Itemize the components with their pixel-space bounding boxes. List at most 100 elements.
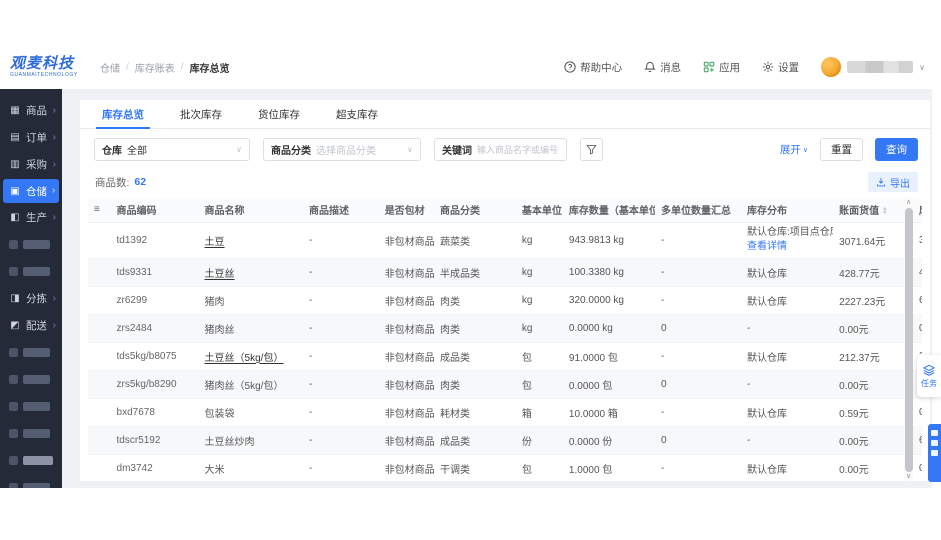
product-name: 猪肉丝 bbox=[204, 324, 235, 336]
column-header: 商品名称 bbox=[198, 198, 303, 223]
side-float-panel[interactable] bbox=[928, 424, 941, 482]
scroll-down-icon[interactable]: ∨ bbox=[906, 472, 911, 481]
product-category: 肉类 bbox=[433, 314, 516, 343]
filter-funnel-button[interactable] bbox=[580, 138, 603, 161]
purchase-icon: ▥ bbox=[10, 159, 20, 170]
settings-link[interactable]: 设置 bbox=[762, 60, 799, 75]
breadcrumb-root[interactable]: 仓储 bbox=[100, 60, 120, 75]
keyword-input[interactable] bbox=[477, 144, 559, 155]
column-header[interactable]: 库存数量（基本单位）▲▼ bbox=[562, 198, 656, 223]
sidebar-item-production[interactable]: ◧ 生产 › bbox=[0, 204, 62, 231]
avg-price: 0 bbox=[913, 314, 922, 343]
apps-link[interactable]: 应用 bbox=[703, 60, 740, 75]
product-category: 耗材类 bbox=[433, 398, 516, 427]
sidebar-item-purchase[interactable]: ▥ 采购 › bbox=[0, 151, 62, 178]
main-content: 库存总览 批次库存 货位库存 超支库存 仓库 全部 ∨ 商品分类 选择商品分类 ∨ 关… bbox=[62, 89, 932, 488]
panel-glyph bbox=[931, 430, 938, 436]
product-category: 成品类 bbox=[433, 426, 516, 455]
table-header: ≡ 商品编码商品名称商品描述是否包材商品分类基本单位库存数量（基本单位）▲▼多单位… bbox=[88, 198, 922, 223]
product-category: 半成品类 bbox=[433, 258, 516, 287]
vertical-scrollbar[interactable]: ∧ ∨ bbox=[904, 198, 913, 481]
avg-price: 0 bbox=[913, 454, 922, 481]
multi-unit-total: 0 bbox=[655, 426, 742, 455]
category-select[interactable]: 商品分类 选择商品分类 ∨ bbox=[263, 138, 421, 161]
multi-unit-total: - bbox=[655, 222, 742, 259]
breadcrumb: 仓储 / 库存账表 / 库存总览 bbox=[100, 60, 230, 75]
app-window: 观麦科技 GUANMAITECHNOLOGY 仓储 / 库存账表 / 库存总览 … bbox=[0, 45, 941, 488]
product-name-cell: 包装袋 bbox=[198, 398, 303, 427]
search-button[interactable]: 查询 bbox=[875, 138, 918, 161]
tab-0[interactable]: 库存总览 bbox=[96, 100, 150, 129]
vertical-scrollbar-thumb[interactable] bbox=[904, 208, 913, 472]
question-circle-icon bbox=[564, 61, 576, 73]
product-desc: - bbox=[302, 342, 379, 371]
packaging-flag: 非包材商品 bbox=[378, 258, 434, 287]
task-float-button[interactable]: 任务 bbox=[917, 355, 941, 397]
column-header: 基本单位 bbox=[515, 198, 563, 223]
help-center-link[interactable]: 帮助中心 bbox=[564, 60, 622, 75]
layers-icon bbox=[923, 364, 935, 376]
sidebar-item-redacted[interactable] bbox=[0, 474, 62, 488]
filter-actions: 展开 ∨ 重置 查询 bbox=[780, 138, 918, 161]
sidebar-item-sorting[interactable]: ◨ 分拣 › bbox=[0, 285, 62, 312]
scroll-up-icon[interactable]: ∧ bbox=[906, 198, 911, 208]
tab-3[interactable]: 超支库存 bbox=[336, 100, 378, 128]
redacted-label bbox=[23, 483, 50, 488]
chevron-down-icon: ∨ bbox=[919, 62, 925, 72]
sidebar-item-warehouse[interactable]: ▣ 仓储 › bbox=[3, 179, 59, 203]
user-menu[interactable]: ∨ bbox=[821, 57, 925, 77]
column-settings-icon[interactable]: ≡ bbox=[88, 198, 111, 223]
avg-price: 6 bbox=[913, 286, 922, 315]
sidebar-item-redacted[interactable] bbox=[0, 258, 62, 285]
sidebar-item-goods[interactable]: ▦ 商品 › bbox=[0, 97, 62, 124]
tab-2[interactable]: 货位库存 bbox=[258, 100, 300, 128]
table-row: tds5kg/b8075 土豆丝（5kg/包） - 非包材商品 成品类包 91.0000 … bbox=[88, 342, 922, 371]
sidebar-item-redacted[interactable] bbox=[0, 339, 62, 366]
brand-logo[interactable]: 观麦科技 GUANMAITECHNOLOGY bbox=[10, 55, 77, 78]
product-category: 肉类 bbox=[433, 286, 516, 315]
product-category: 成品类 bbox=[433, 342, 516, 371]
product-name-link[interactable]: 土豆丝（5kg/包） bbox=[205, 353, 284, 364]
product-code: dm3742 bbox=[110, 454, 199, 481]
table-row: zr6299 猪肉 - 非包材商品 肉类 kg 320.0000 kg - 默认仓库 2227.2… bbox=[88, 286, 922, 315]
expand-link[interactable]: 展开 ∨ bbox=[780, 142, 808, 157]
column-header[interactable]: 账面货值 ▲ ▼ bbox=[833, 198, 913, 223]
sidebar-item-redacted[interactable] bbox=[0, 447, 62, 474]
tab-1[interactable]: 批次库存 bbox=[180, 100, 222, 128]
sort-icon[interactable]: ▲ ▼ bbox=[882, 206, 887, 215]
redacted-label bbox=[23, 456, 53, 465]
stock-distribution: 默认仓库 bbox=[741, 398, 834, 427]
redacted-label bbox=[23, 402, 50, 411]
product-name-link[interactable]: 土豆丝 bbox=[205, 269, 235, 280]
messages-link[interactable]: 消息 bbox=[644, 60, 681, 75]
product-name: 大米 bbox=[204, 464, 225, 476]
product-category: 蔬菜类 bbox=[433, 222, 516, 259]
export-button[interactable]: 导出 bbox=[868, 172, 918, 192]
sidebar-item-delivery[interactable]: ◩ 配送 › bbox=[0, 312, 62, 339]
stock-distribution: - bbox=[741, 370, 834, 399]
warehouse-select[interactable]: 仓库 全部 ∨ bbox=[94, 138, 250, 161]
stock-quantity: 0.0000 kg bbox=[562, 314, 656, 343]
brand-name: 观麦科技 bbox=[10, 55, 75, 72]
sidebar-item-redacted[interactable] bbox=[0, 366, 62, 393]
sidebar-menu: ▦ 商品 › ▤ 订单 › ▥ 采购 › ▣ 仓储 › ◧ 生产 › ◨ 分拣 › ◩ 配送 › bbox=[0, 89, 62, 488]
breadcrumb-parent[interactable]: 库存账表 bbox=[135, 60, 175, 75]
base-unit: 包 bbox=[515, 342, 563, 371]
product-name-link[interactable]: 土豆 bbox=[205, 237, 225, 248]
reset-button[interactable]: 重置 bbox=[820, 138, 863, 161]
sidebar-item-redacted[interactable] bbox=[0, 231, 62, 258]
sidebar-item-redacted[interactable] bbox=[0, 393, 62, 420]
sidebar-item-orders[interactable]: ▤ 订单 › bbox=[0, 124, 62, 151]
stock-distribution: 默认仓库:项目点仓库 查看详情 bbox=[741, 222, 834, 259]
product-name-cell: 大米 bbox=[198, 454, 303, 481]
view-detail-link[interactable]: 查看详情 bbox=[747, 240, 827, 254]
redacted-icon bbox=[9, 402, 18, 411]
stock-quantity: 91.0000 包 bbox=[562, 342, 656, 371]
redacted-label bbox=[23, 429, 50, 438]
product-name-cell: 猪肉丝（5kg/包） bbox=[198, 370, 303, 399]
orders-icon: ▤ bbox=[10, 132, 20, 143]
book-value: 2227.23元 bbox=[833, 286, 913, 315]
packaging-flag: 非包材商品 bbox=[378, 454, 434, 481]
sidebar-item-redacted[interactable] bbox=[0, 420, 62, 447]
stock-distribution: 默认仓库 bbox=[741, 258, 834, 287]
